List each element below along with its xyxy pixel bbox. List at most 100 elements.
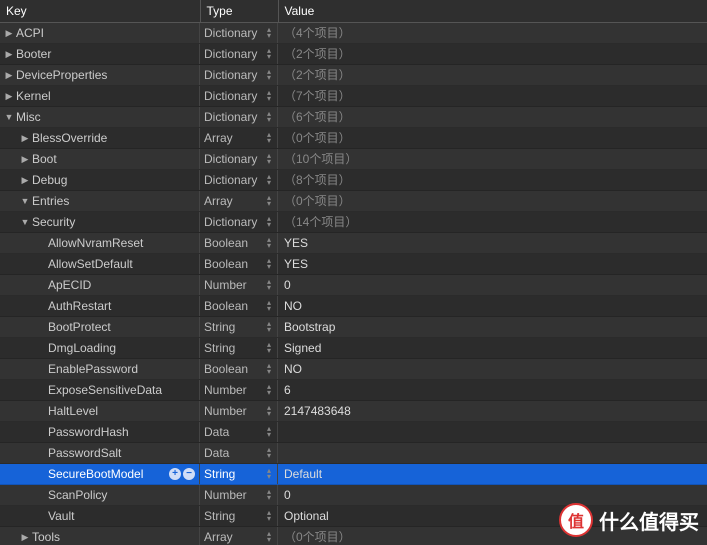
table-row[interactable]: EnablePasswordBoolean▴▾NO [0,359,707,380]
table-row[interactable]: ▶ACPIDictionary▴▾（4个项目） [0,23,707,44]
disclosure-triangle-closed-icon[interactable]: ▶ [4,23,14,43]
column-header-type[interactable]: Type [200,0,278,23]
value-cell[interactable]: 0 [278,275,707,295]
table-row[interactable]: HaltLevelNumber▴▾2147483648 [0,401,707,422]
value-cell[interactable]: （8个项目） [278,170,707,190]
type-cell[interactable]: Dictionary▴▾ [200,65,278,85]
key-cell[interactable]: ▼Misc [0,107,200,127]
table-row[interactable]: SecureBootModel+−String▴▾Default [0,464,707,485]
type-cell[interactable]: String▴▾ [200,506,278,526]
table-row[interactable]: ▶DebugDictionary▴▾（8个项目） [0,170,707,191]
type-cell[interactable]: Array▴▾ [200,527,278,545]
table-row[interactable]: BootProtectString▴▾Bootstrap [0,317,707,338]
type-stepper-icon[interactable]: ▴▾ [265,320,273,334]
type-stepper-icon[interactable]: ▴▾ [265,509,273,523]
type-cell[interactable]: Boolean▴▾ [200,296,278,316]
type-stepper-icon[interactable]: ▴▾ [265,173,273,187]
type-stepper-icon[interactable]: ▴▾ [265,299,273,313]
type-stepper-icon[interactable]: ▴▾ [265,47,273,61]
table-row[interactable]: ExposeSensitiveDataNumber▴▾6 [0,380,707,401]
key-cell[interactable]: ▼Security [0,212,200,232]
disclosure-triangle-closed-icon[interactable]: ▶ [20,149,30,169]
column-header-key[interactable]: Key [0,0,200,23]
type-stepper-icon[interactable]: ▴▾ [265,152,273,166]
type-cell[interactable]: Array▴▾ [200,191,278,211]
key-cell[interactable]: ▶Debug [0,170,200,190]
key-cell[interactable]: HaltLevel [0,401,200,421]
type-stepper-icon[interactable]: ▴▾ [265,530,273,544]
table-row[interactable]: AuthRestartBoolean▴▾NO [0,296,707,317]
type-cell[interactable]: Data▴▾ [200,422,278,442]
type-stepper-icon[interactable]: ▴▾ [265,89,273,103]
key-cell[interactable]: EnablePassword [0,359,200,379]
table-row[interactable]: DmgLoadingString▴▾Signed [0,338,707,359]
value-cell[interactable]: Default [278,464,707,484]
disclosure-triangle-closed-icon[interactable]: ▶ [4,44,14,64]
value-cell[interactable]: （0个项目） [278,191,707,211]
type-cell[interactable]: Number▴▾ [200,401,278,421]
value-cell[interactable]: （14个项目） [278,212,707,232]
remove-item-button[interactable]: − [183,468,195,480]
value-cell[interactable]: （2个项目） [278,65,707,85]
add-item-button[interactable]: + [169,468,181,480]
type-stepper-icon[interactable]: ▴▾ [265,215,273,229]
type-stepper-icon[interactable]: ▴▾ [265,383,273,397]
table-row[interactable]: PasswordHashData▴▾ [0,422,707,443]
type-stepper-icon[interactable]: ▴▾ [265,404,273,418]
table-row[interactable]: ▶DevicePropertiesDictionary▴▾（2个项目） [0,65,707,86]
value-cell[interactable]: （6个项目） [278,107,707,127]
table-row[interactable]: ApECIDNumber▴▾0 [0,275,707,296]
type-cell[interactable]: Dictionary▴▾ [200,86,278,106]
key-cell[interactable]: ▶BlessOverride [0,128,200,148]
table-row[interactable]: AllowNvramResetBoolean▴▾YES [0,233,707,254]
value-cell[interactable]: NO [278,296,707,316]
value-cell[interactable]: （10个项目） [278,149,707,169]
key-cell[interactable]: ▶DeviceProperties [0,65,200,85]
type-stepper-icon[interactable]: ▴▾ [265,110,273,124]
table-row[interactable]: ▼EntriesArray▴▾（0个项目） [0,191,707,212]
table-row[interactable]: ▼SecurityDictionary▴▾（14个项目） [0,212,707,233]
value-cell[interactable]: Bootstrap [278,317,707,337]
table-row[interactable]: ▶BooterDictionary▴▾（2个项目） [0,44,707,65]
type-stepper-icon[interactable]: ▴▾ [265,257,273,271]
disclosure-triangle-open-icon[interactable]: ▼ [20,212,30,232]
table-row[interactable]: ▶KernelDictionary▴▾（7个项目） [0,86,707,107]
type-stepper-icon[interactable]: ▴▾ [265,194,273,208]
key-cell[interactable]: ExposeSensitiveData [0,380,200,400]
table-row[interactable]: VaultString▴▾Optional [0,506,707,527]
value-cell[interactable]: Signed [278,338,707,358]
value-cell[interactable]: 0 [278,485,707,505]
column-header-value[interactable]: Value [278,0,707,23]
type-cell[interactable]: String▴▾ [200,338,278,358]
disclosure-triangle-closed-icon[interactable]: ▶ [20,128,30,148]
key-cell[interactable]: ▶ACPI [0,23,200,43]
type-stepper-icon[interactable]: ▴▾ [265,362,273,376]
type-cell[interactable]: Dictionary▴▾ [200,44,278,64]
key-cell[interactable]: BootProtect [0,317,200,337]
table-row[interactable]: ▼MiscDictionary▴▾（6个项目） [0,107,707,128]
type-cell[interactable]: Dictionary▴▾ [200,23,278,43]
key-cell[interactable]: ApECID [0,275,200,295]
type-cell[interactable]: Number▴▾ [200,485,278,505]
key-cell[interactable]: ▶Boot [0,149,200,169]
disclosure-triangle-open-icon[interactable]: ▼ [4,107,14,127]
table-row[interactable]: ▶BootDictionary▴▾（10个项目） [0,149,707,170]
disclosure-triangle-closed-icon[interactable]: ▶ [20,170,30,190]
disclosure-triangle-closed-icon[interactable]: ▶ [4,65,14,85]
key-cell[interactable]: Vault [0,506,200,526]
disclosure-triangle-closed-icon[interactable]: ▶ [4,86,14,106]
table-row[interactable]: ScanPolicyNumber▴▾0 [0,485,707,506]
value-cell[interactable]: （0个项目） [278,527,707,545]
value-cell[interactable]: （0个项目） [278,128,707,148]
key-cell[interactable]: SecureBootModel+− [0,464,200,484]
value-cell[interactable]: YES [278,233,707,253]
key-cell[interactable]: AuthRestart [0,296,200,316]
value-cell[interactable]: Optional [278,506,707,526]
type-cell[interactable]: Dictionary▴▾ [200,149,278,169]
key-cell[interactable]: PasswordHash [0,422,200,442]
value-cell[interactable] [278,443,707,463]
key-cell[interactable]: DmgLoading [0,338,200,358]
value-cell[interactable]: NO [278,359,707,379]
type-cell[interactable]: Boolean▴▾ [200,233,278,253]
value-cell[interactable]: （4个项目） [278,23,707,43]
